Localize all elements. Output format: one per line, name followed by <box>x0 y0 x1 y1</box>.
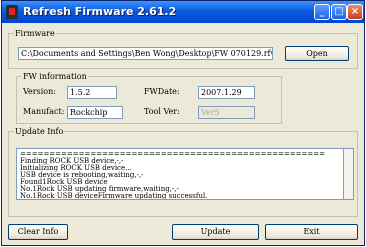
firmware-group: Firmware C:\Documents and Settings\Ben W… <box>8 29 358 69</box>
minimize-button[interactable]: _ <box>314 4 330 20</box>
fw-information-group: FW information Version: 1.5.2 FWDate: 20… <box>16 72 282 124</box>
open-button[interactable]: Open <box>285 46 349 61</box>
update-log[interactable]: ========================================… <box>16 148 344 200</box>
update-button[interactable]: Update <box>172 224 259 240</box>
app-icon <box>6 5 18 19</box>
fwdate-label: FWDate: <box>144 87 180 96</box>
close-button[interactable]: × <box>347 4 363 20</box>
fwdate-field[interactable]: 2007.1.29 <box>198 86 255 99</box>
log-scrollbar[interactable] <box>344 148 354 200</box>
maximize-button[interactable]: □ <box>331 4 347 20</box>
manufact-label: Manufact: <box>23 107 65 116</box>
firmware-path-field[interactable]: C:\Documents and Settings\Ben Wong\Deskt… <box>18 47 273 60</box>
manufact-field[interactable]: Rockchip <box>67 106 123 119</box>
firmware-legend: Firmware <box>15 29 55 38</box>
update-info-group: Update Info ============================… <box>8 127 358 217</box>
log-line: No.1Rock USB deviceFirmware updating suc… <box>20 192 208 200</box>
clear-info-button[interactable]: Clear Info <box>8 224 68 240</box>
version-label: Version: <box>23 87 56 96</box>
toolver-label: Tool Ver: <box>144 107 180 116</box>
update-info-legend: Update Info <box>15 127 64 136</box>
window-title: Refresh Firmware 2.61.2 <box>23 5 177 18</box>
refresh-firmware-window: Refresh Firmware 2.61.2 _ □ × Firmware C… <box>1 0 365 246</box>
exit-button[interactable]: Exit <box>265 224 358 240</box>
title-bar[interactable]: Refresh Firmware 2.61.2 _ □ × <box>2 1 364 23</box>
toolver-field: Ver5 <box>198 106 255 119</box>
version-field[interactable]: 1.5.2 <box>67 86 117 99</box>
fw-information-legend: FW information <box>23 72 87 81</box>
